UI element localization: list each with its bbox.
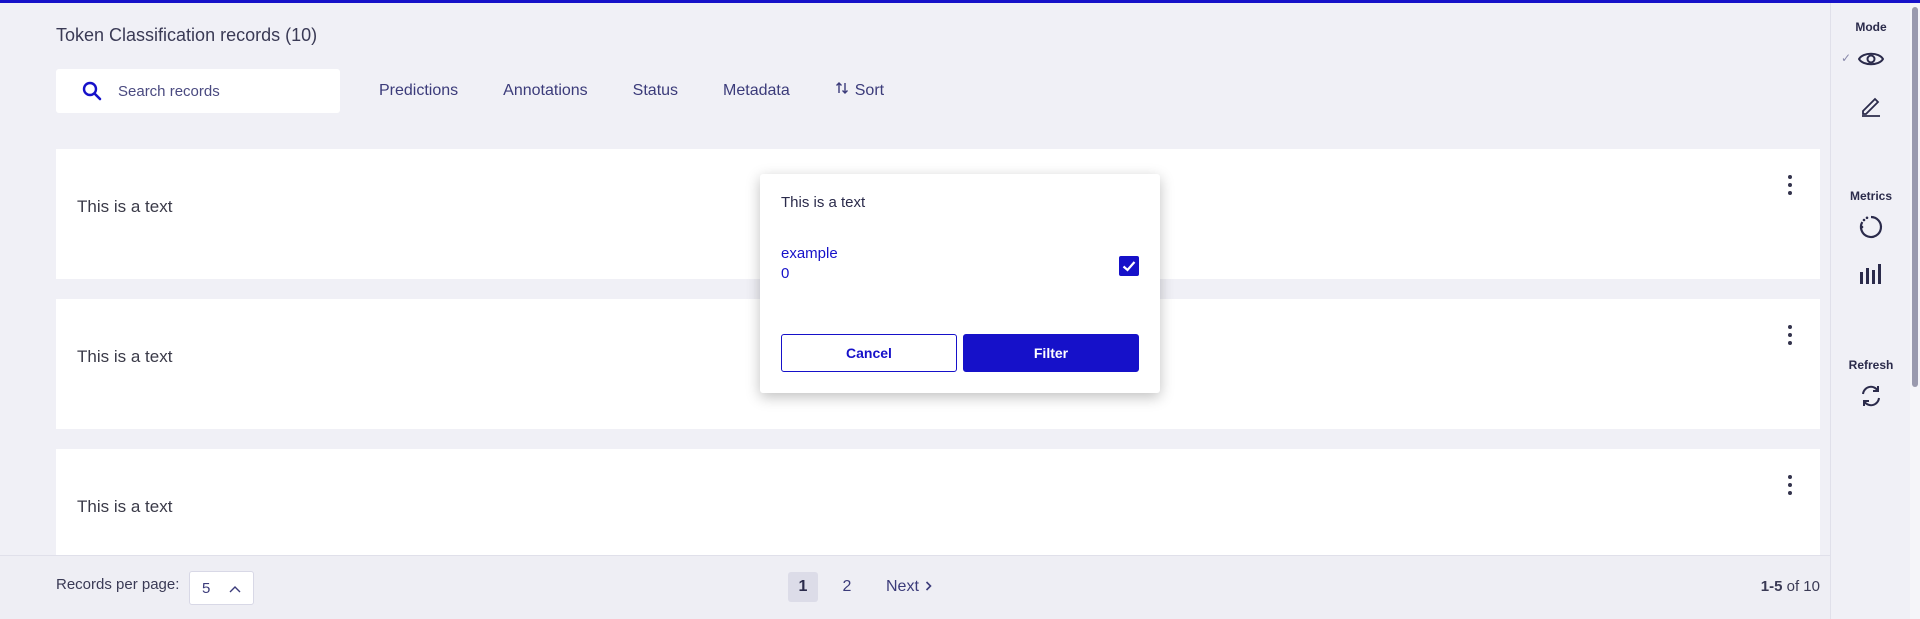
refresh-title: Refresh <box>1848 358 1894 372</box>
filter-label: Status <box>632 81 679 99</box>
popup-title: This is a text <box>781 194 866 211</box>
metrics-title: Metrics <box>1849 189 1893 203</box>
records-per-page-label: Records per page: <box>56 576 180 593</box>
filter-popup: This is a text example 0 Cancel Filter <box>760 174 1160 393</box>
records-range-value: 1-5 <box>1760 578 1783 595</box>
records-per-page-value: 5 <box>202 579 211 597</box>
search-box[interactable]: Search records <box>56 69 340 113</box>
record-text: This is a text <box>77 497 173 516</box>
selected-check-icon: ✓ <box>1841 51 1852 65</box>
filter-metadata[interactable]: Metadata <box>723 81 790 100</box>
refresh-icon[interactable] <box>1853 378 1889 414</box>
bar-chart-icon[interactable] <box>1853 255 1889 291</box>
next-page-button[interactable]: Next <box>886 578 932 596</box>
progress-ring-icon[interactable] <box>1853 209 1889 245</box>
filter-predictions[interactable]: Predictions <box>379 81 458 100</box>
filter-label: Predictions <box>379 81 459 99</box>
more-options-icon[interactable] <box>1780 321 1800 349</box>
sort-button[interactable]: Sort <box>835 81 884 100</box>
page-1-button[interactable]: 1 <box>788 572 818 602</box>
option-checkbox[interactable] <box>1119 256 1139 276</box>
search-input[interactable]: Search records <box>118 83 220 100</box>
mode-title: Mode <box>1855 20 1887 34</box>
page-title: Token Classification records (10) <box>56 25 318 45</box>
chevron-up-icon <box>229 580 241 597</box>
option-count: 0 <box>781 265 790 282</box>
filter-label: Metadata <box>723 81 790 99</box>
pager: 1 2 Next <box>788 572 932 602</box>
sort-label: Sort <box>854 81 885 99</box>
pencil-icon[interactable] <box>1853 87 1889 123</box>
filter-status[interactable]: Status <box>633 81 678 100</box>
option-label: example <box>781 245 838 262</box>
next-label: Next <box>886 578 919 595</box>
cancel-button[interactable]: Cancel <box>781 334 957 372</box>
filter-bar: Predictions Annotations Status Metadata … <box>379 81 884 100</box>
records-per-page-select[interactable]: 5 <box>189 571 254 605</box>
records-range: 1-5 of 10 <box>1761 578 1820 595</box>
search-icon <box>82 80 104 102</box>
chevron-right-icon <box>925 578 932 596</box>
filter-label: Annotations <box>503 81 588 99</box>
more-options-icon[interactable] <box>1780 471 1800 499</box>
record-text: This is a text <box>77 347 173 366</box>
record-text: This is a text <box>77 197 173 216</box>
scrollbar-thumb[interactable] <box>1912 7 1918 387</box>
filter-annotations[interactable]: Annotations <box>503 81 588 100</box>
scrollbar-track[interactable] <box>1910 3 1920 619</box>
page-2-button[interactable]: 2 <box>832 572 862 602</box>
filter-button[interactable]: Filter <box>963 334 1139 372</box>
checkmark-icon <box>1122 261 1136 272</box>
records-total: of 10 <box>1786 578 1820 595</box>
sort-arrows-icon <box>835 81 849 100</box>
pagination-footer: Records per page: 5 1 2 Next 1-5 of 10 <box>0 555 1830 619</box>
more-options-icon[interactable] <box>1780 171 1800 199</box>
right-sidebar: Mode ✓ Metrics Refresh <box>1830 3 1920 619</box>
eye-icon[interactable] <box>1853 41 1889 77</box>
filter-option[interactable]: example 0 <box>781 244 838 284</box>
